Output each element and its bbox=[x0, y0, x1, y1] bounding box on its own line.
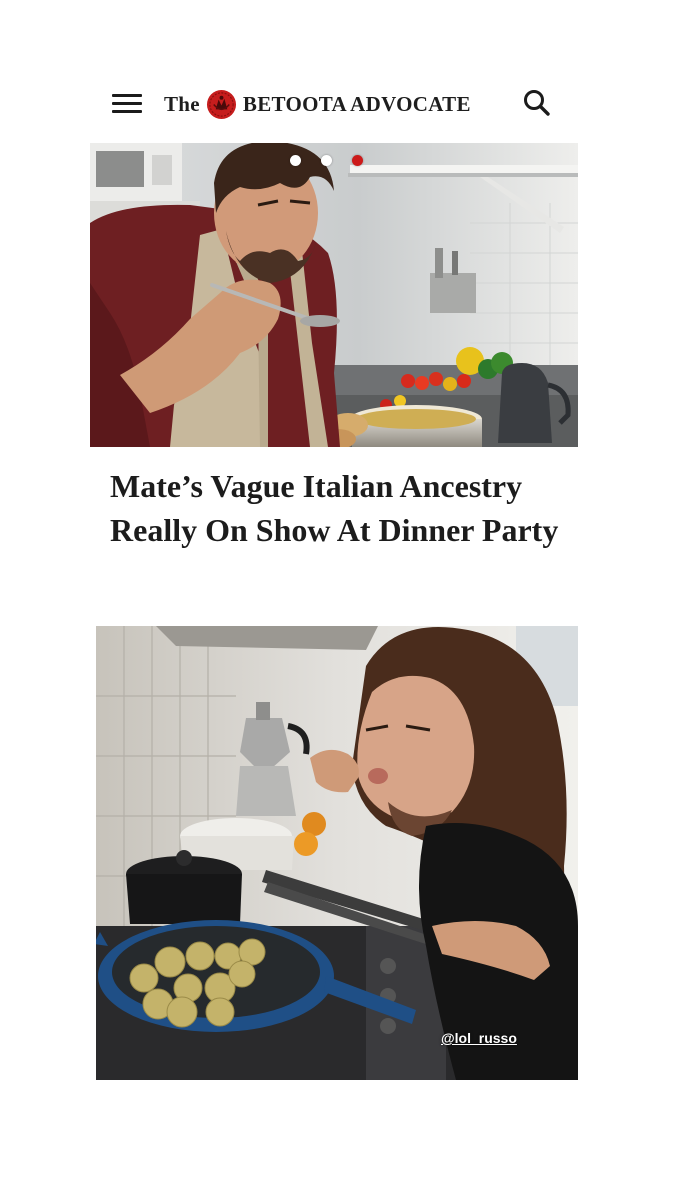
site-header: The BETOOTA ADVOCATE bbox=[90, 78, 578, 130]
logo-prefix: The bbox=[164, 91, 200, 116]
photo-credit-watermark: @lol_russo bbox=[441, 1030, 517, 1046]
article-headline[interactable]: Mate’s Vague Italian Ancestry Really On … bbox=[110, 464, 570, 552]
carousel-dot-3-active[interactable] bbox=[352, 155, 363, 166]
search-icon[interactable] bbox=[522, 88, 552, 118]
betoota-seal-icon bbox=[206, 89, 236, 119]
site-logo[interactable]: The BETOOTA ADVOCATE bbox=[164, 87, 471, 121]
carousel-dot-1[interactable] bbox=[290, 155, 301, 166]
carousel-indicator bbox=[290, 155, 363, 166]
hamburger-menu-icon[interactable] bbox=[112, 92, 144, 116]
logo-name: BETOOTA ADVOCATE bbox=[242, 91, 471, 116]
carousel-dot-2[interactable] bbox=[321, 155, 332, 166]
hero-article-image[interactable] bbox=[90, 143, 578, 447]
second-photo bbox=[96, 626, 578, 1080]
